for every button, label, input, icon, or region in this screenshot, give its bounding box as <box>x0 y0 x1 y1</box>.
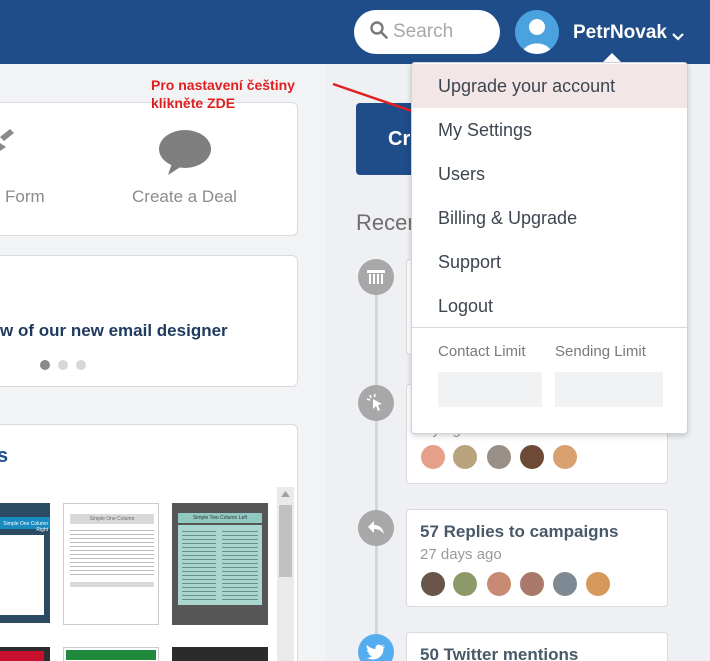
menu-item-users[interactable]: Users <box>412 152 687 196</box>
sending-limit-label: Sending Limit <box>555 343 646 360</box>
dropdown-divider <box>412 327 687 328</box>
contact-limit-label: Contact Limit <box>438 343 526 360</box>
menu-item-billing[interactable]: Billing & Upgrade <box>412 196 687 240</box>
menu-item-upgrade[interactable]: Upgrade your account <box>412 64 687 108</box>
menu-item-support[interactable]: Support <box>412 240 687 284</box>
contact-limit-bar <box>438 372 542 407</box>
account-dropdown: Upgrade your account My Settings Users B… <box>411 62 688 434</box>
menu-item-logout[interactable]: Logout <box>412 284 687 328</box>
sending-limit-bar <box>555 372 663 407</box>
menu-item-my-settings[interactable]: My Settings <box>412 108 687 152</box>
